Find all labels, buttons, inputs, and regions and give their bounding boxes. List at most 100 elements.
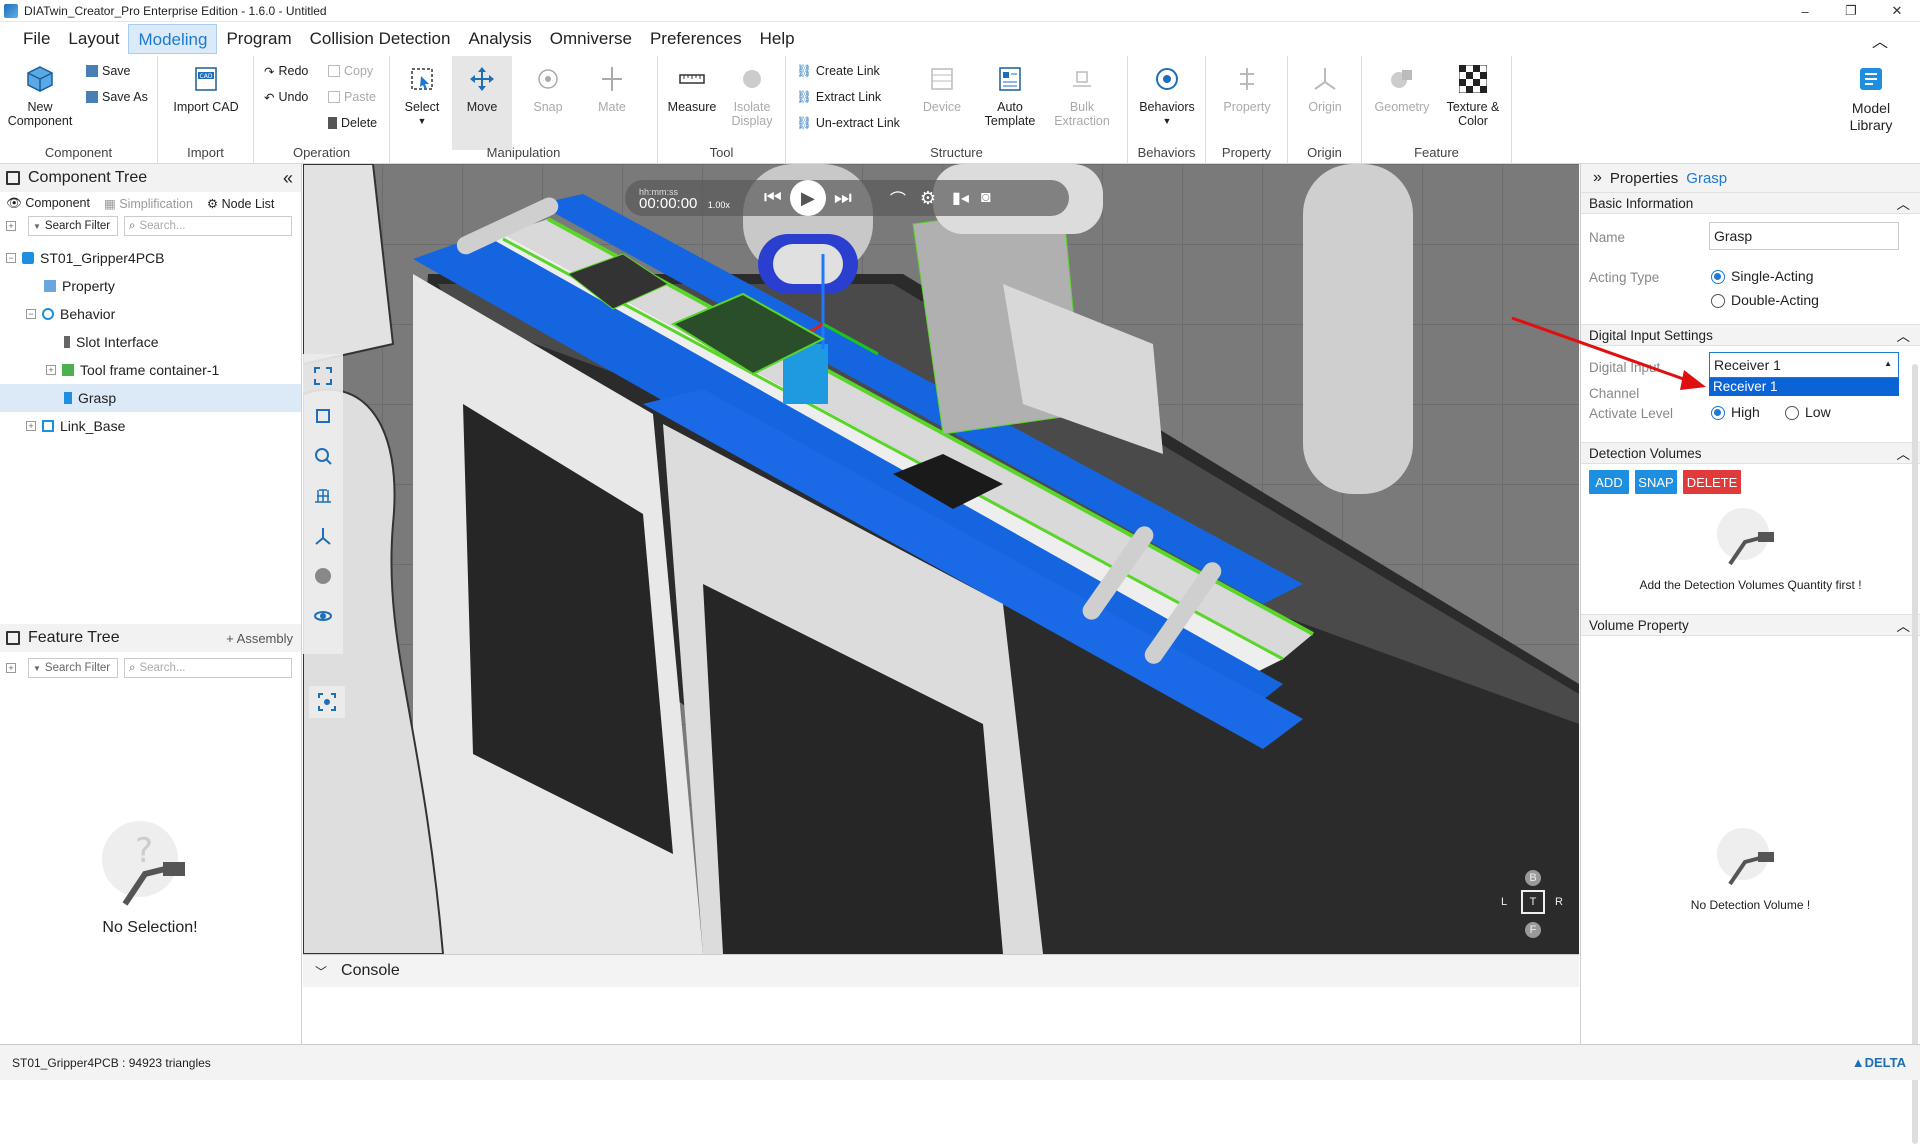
- expand-all-icon[interactable]: +: [6, 663, 16, 673]
- step-forward-icon[interactable]: ⏭: [834, 187, 852, 210]
- signal-icon[interactable]: ⌒: [890, 186, 906, 210]
- menu-help[interactable]: Help: [751, 24, 804, 54]
- skip-back-icon[interactable]: ⏮: [764, 187, 782, 210]
- tab-component[interactable]: 👁 Component: [6, 196, 90, 211]
- level-low-radio[interactable]: Low: [1785, 404, 1831, 421]
- section-digital-input-settings[interactable]: Digital Input Settings ︿: [1581, 324, 1920, 346]
- digital-input-option-receiver-1[interactable]: Receiver 1: [1709, 378, 1899, 396]
- select-button[interactable]: Select ▼: [396, 62, 448, 128]
- view-top[interactable]: T: [1521, 890, 1545, 914]
- play-icon[interactable]: ▶: [789, 180, 826, 216]
- origin-button[interactable]: Origin: [1296, 62, 1354, 114]
- tree-node-slot-interface[interactable]: Slot Interface: [0, 328, 301, 356]
- level-high-radio[interactable]: High: [1711, 404, 1760, 421]
- property-button[interactable]: Property: [1216, 62, 1278, 114]
- tree-node-tool-frame-container[interactable]: + Tool frame container-1: [0, 356, 301, 384]
- collapse-toggle-icon[interactable]: −: [26, 309, 36, 319]
- tab-simplification[interactable]: ▦ Simplification: [104, 196, 193, 211]
- focus-icon[interactable]: [309, 686, 345, 718]
- restore-button[interactable]: ❐: [1828, 0, 1874, 22]
- zoom-icon[interactable]: [309, 442, 337, 470]
- geometry-button[interactable]: Geometry: [1370, 62, 1434, 114]
- snap-detection-volume-button[interactable]: SNAP: [1635, 470, 1677, 494]
- tree-node-behavior[interactable]: − Behavior: [0, 300, 301, 328]
- expand-panel-icon[interactable]: »: [1593, 169, 1602, 187]
- undo-button[interactable]: ↶ Undo: [264, 88, 308, 106]
- view-front[interactable]: F: [1525, 922, 1541, 938]
- unextract-link-button[interactable]: ⛓ Un-extract Link: [796, 114, 900, 132]
- 3d-viewport[interactable]: hh:mm:ss 00:00:00 1.00x ⏮ ▶ ⏭ ⌒ ⚙ ▮◂ ◙ B…: [303, 164, 1579, 954]
- digital-input-select[interactable]: Receiver 1 ▲: [1709, 352, 1899, 378]
- import-cad-button[interactable]: CAD Import CAD: [172, 62, 240, 114]
- save-button[interactable]: Save: [86, 62, 131, 80]
- add-detection-volume-button[interactable]: ADD: [1589, 470, 1629, 494]
- model-library-button[interactable]: Model Library: [1836, 62, 1906, 134]
- behaviors-button[interactable]: Behaviors ▼: [1136, 62, 1198, 128]
- camera-icon[interactable]: ◙: [981, 189, 991, 207]
- tree-node-link-base[interactable]: + Link_Base: [0, 412, 301, 440]
- expand-toggle-icon[interactable]: +: [46, 365, 56, 375]
- texture-color-button[interactable]: Texture & Color: [1442, 62, 1504, 128]
- extract-link-button[interactable]: ⛓ Extract Link: [796, 88, 881, 106]
- add-assembly-button[interactable]: + Assembly: [226, 631, 293, 646]
- double-acting-radio[interactable]: Double-Acting: [1711, 292, 1819, 309]
- isolate-display-button[interactable]: Isolate Display: [724, 62, 780, 128]
- tree-node-st01-gripper4pcb[interactable]: − ST01_Gripper4PCB: [0, 244, 301, 272]
- section-volume-property[interactable]: Volume Property ︿: [1581, 614, 1920, 636]
- menu-program[interactable]: Program: [217, 24, 300, 54]
- menu-omniverse[interactable]: Omniverse: [541, 24, 641, 54]
- move-button[interactable]: Move: [452, 56, 512, 150]
- expand-toggle-icon[interactable]: +: [26, 421, 36, 431]
- save-as-button[interactable]: Save As: [86, 88, 148, 106]
- collapse-toggle-icon[interactable]: −: [6, 253, 16, 263]
- feature-filter-dropdown[interactable]: ▼ Search Filter: [28, 658, 118, 678]
- fit-all-icon[interactable]: [309, 362, 337, 390]
- tab-node-list[interactable]: ⚙ Node List: [207, 196, 275, 211]
- collapse-ribbon-icon[interactable]: ︿: [1872, 28, 1888, 52]
- paste-button[interactable]: Paste: [328, 88, 376, 106]
- console-header[interactable]: ﹀ Console: [303, 955, 1579, 987]
- feature-search-input[interactable]: ⌕ Search...: [124, 658, 292, 678]
- axes-icon[interactable]: [309, 522, 337, 550]
- menu-preferences[interactable]: Preferences: [641, 24, 751, 54]
- component-search-input[interactable]: ⌕ Search...: [124, 216, 292, 236]
- menu-collision-detection[interactable]: Collision Detection: [301, 24, 460, 54]
- bulk-extraction-button[interactable]: Bulk Extraction: [1050, 62, 1114, 128]
- grid-icon[interactable]: [309, 482, 337, 510]
- collapse-panel-icon[interactable]: «: [283, 168, 293, 189]
- section-basic-information[interactable]: Basic Information ︿: [1581, 192, 1920, 214]
- properties-scrollbar[interactable]: [1912, 364, 1918, 1144]
- new-component-button[interactable]: New Component: [8, 62, 72, 128]
- fit-selection-icon[interactable]: [309, 402, 337, 430]
- measure-button[interactable]: Measure: [664, 62, 720, 114]
- expand-all-icon[interactable]: +: [6, 221, 16, 231]
- redo-button[interactable]: ↷ Redo: [264, 62, 308, 80]
- orbit-icon[interactable]: [309, 602, 337, 630]
- view-cube[interactable]: B L T R F: [1499, 864, 1569, 944]
- view-left[interactable]: L: [1501, 896, 1507, 908]
- view-right[interactable]: R: [1555, 896, 1563, 908]
- create-link-button[interactable]: ⛓ Create Link: [796, 62, 880, 80]
- tree-node-grasp[interactable]: Grasp: [0, 384, 301, 412]
- single-acting-radio[interactable]: Single-Acting: [1711, 268, 1814, 285]
- search-filter-dropdown[interactable]: ▼ Search Filter: [28, 216, 118, 236]
- gear-icon[interactable]: ⚙: [920, 188, 936, 209]
- menu-file[interactable]: File: [14, 24, 59, 54]
- menu-modeling[interactable]: Modeling: [128, 24, 218, 54]
- close-button[interactable]: ✕: [1874, 0, 1920, 22]
- device-button[interactable]: Device: [916, 62, 968, 114]
- shading-sphere-icon[interactable]: [309, 562, 337, 590]
- tree-node-property[interactable]: Property: [0, 272, 301, 300]
- section-detection-volumes[interactable]: Detection Volumes ︿: [1581, 442, 1920, 464]
- copy-button[interactable]: Copy: [328, 62, 373, 80]
- minimize-button[interactable]: –: [1782, 0, 1828, 22]
- delete-detection-volume-button[interactable]: DELETE: [1683, 470, 1741, 494]
- view-back[interactable]: B: [1525, 870, 1541, 886]
- mate-button[interactable]: Mate: [586, 62, 638, 114]
- auto-template-button[interactable]: Auto Template: [982, 62, 1038, 128]
- name-field[interactable]: Grasp: [1709, 222, 1899, 250]
- video-camera-icon[interactable]: ▮◂: [952, 188, 969, 208]
- delete-button[interactable]: Delete: [328, 114, 377, 132]
- snap-button[interactable]: Snap: [522, 62, 574, 114]
- chevron-down-icon[interactable]: ﹀: [315, 963, 327, 980]
